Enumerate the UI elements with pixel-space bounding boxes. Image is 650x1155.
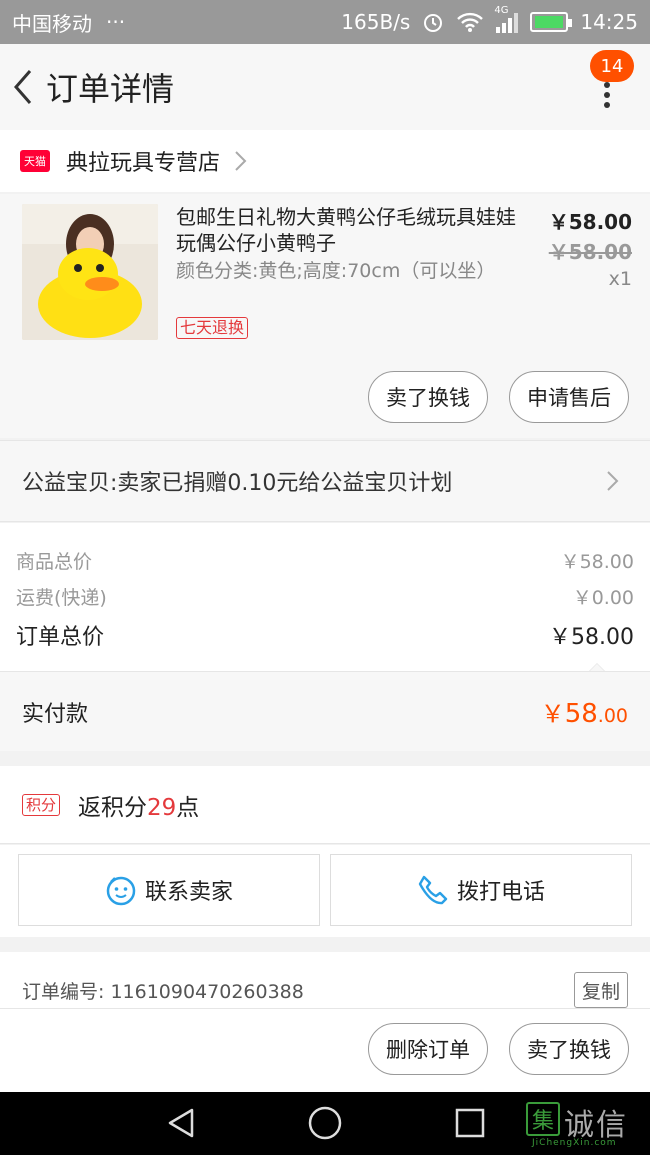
points-tag: 积分	[22, 793, 61, 816]
chevron-left-icon	[14, 70, 32, 104]
recent-apps-square-icon[interactable]	[453, 1106, 487, 1140]
order-number-row: 订单编号: 1161090470260388 复制	[0, 952, 650, 1008]
points-count: 29	[147, 794, 177, 821]
shipping-label: 运费(快递)	[16, 587, 107, 609]
wifi-icon	[457, 12, 484, 32]
battery-icon	[530, 12, 573, 32]
sell-for-cash-bottom-button[interactable]: 卖了换钱	[509, 1023, 629, 1075]
page-title: 订单详情	[46, 70, 175, 108]
charity-text: 公益宝贝:卖家已捐赠0.10元给公益宝贝计划	[22, 471, 453, 496]
order-total-value: ￥58.00	[549, 625, 634, 650]
goods-total-row: 商品总价 ￥58.00	[16, 547, 634, 574]
watermark-url: JiChengXin.com	[532, 1138, 617, 1148]
actual-payment-label: 实付款	[22, 701, 89, 727]
watermark-logo: 集	[526, 1102, 560, 1136]
product-thumbnail[interactable]	[22, 204, 158, 340]
amount-decimal: .00	[597, 705, 628, 727]
points-row: 积分 返积分29点	[0, 766, 650, 844]
points-prefix: 返积分	[78, 794, 148, 821]
home-circle-icon[interactable]	[307, 1105, 343, 1141]
chat-bubble-icon	[106, 876, 136, 906]
delete-order-button[interactable]: 删除订单	[368, 1023, 488, 1075]
goods-total-label: 商品总价	[16, 551, 93, 573]
notification-badge: 14	[590, 50, 634, 82]
call-phone-button[interactable]: 拨打电话	[330, 854, 632, 926]
goods-total-value: ￥58.00	[560, 551, 634, 573]
bottom-action-bar: 删除订单 卖了换钱	[0, 1008, 650, 1092]
product-spec: 颜色分类:黄色;高度:70cm（可以坐）	[176, 260, 496, 282]
watermark: 集 诚信 JiChengXin.com	[524, 1098, 646, 1148]
amount-integer: 58	[564, 699, 598, 729]
system-nav-bar: 集 诚信 JiChengXin.com	[0, 1092, 650, 1155]
chevron-right-icon	[607, 471, 619, 491]
copy-button[interactable]: 复制	[574, 972, 628, 1008]
network-type: 4G	[494, 5, 509, 16]
product-original-price: ￥58.00	[548, 240, 632, 264]
order-total-label: 订单总价	[16, 625, 105, 650]
product-quantity: x1	[608, 268, 632, 290]
store-name: 典拉玩具专营店	[66, 151, 221, 176]
tmall-logo-icon: 天猫	[20, 150, 50, 172]
alarm-icon	[424, 14, 443, 32]
order-item[interactable]: 包邮生日礼物大黄鸭公仔毛绒玩具娃娃玩偶公仔小黄鸭子 颜色分类:黄色;高度:70c…	[0, 194, 650, 438]
network-speed: 165B/s	[341, 10, 411, 34]
order-number: 订单编号: 1161090470260388	[22, 981, 304, 1003]
back-button[interactable]	[4, 44, 44, 130]
seven-day-return-tag: 七天退换	[176, 317, 249, 339]
product-title: 包邮生日礼物大黄鸭公仔毛绒玩具娃娃玩偶公仔小黄鸭子	[176, 205, 516, 255]
product-price: ￥58.00	[548, 210, 632, 234]
chevron-right-icon	[235, 151, 247, 171]
charity-row[interactable]: 公益宝贝:卖家已捐赠0.10元给公益宝贝计划	[0, 440, 650, 522]
points-suffix: 点	[176, 794, 200, 821]
order-total-row: 订单总价 ￥58.00	[16, 619, 634, 651]
phone-icon	[418, 875, 448, 905]
status-bar: 中国移动 ··· 165B/s 4G 14:25	[0, 0, 650, 44]
nav-bar: 订单详情 14	[0, 44, 650, 130]
actual-payment-amount: ￥58.00	[541, 694, 628, 729]
rubber-duck-image	[22, 204, 158, 340]
shipping-row: 运费(快递) ￥0.00	[16, 583, 634, 610]
signal-icon: 4G	[494, 5, 519, 33]
price-summary: 商品总价 ￥58.00 运费(快递) ￥0.00 订单总价 ￥58.00	[0, 523, 650, 672]
shipping-value: ￥0.00	[572, 587, 634, 609]
after-sale-button[interactable]: 申请售后	[509, 371, 629, 423]
back-triangle-icon[interactable]	[164, 1106, 198, 1140]
currency-symbol: ￥	[540, 700, 565, 728]
store-row[interactable]: 天猫 典拉玩具专营店	[0, 130, 650, 192]
actual-payment-row: 实付款 ￥58.00	[0, 671, 650, 751]
sell-for-cash-button[interactable]: 卖了换钱	[368, 371, 488, 423]
contact-row: 联系卖家 拨打电话	[0, 845, 650, 937]
carrier-label: 中国移动	[12, 11, 92, 36]
call-phone-label: 拨打电话	[456, 880, 545, 905]
clock: 14:25	[580, 10, 638, 34]
contact-seller-label: 联系卖家	[144, 880, 233, 905]
contact-seller-button[interactable]: 联系卖家	[18, 854, 320, 926]
points-text: 返积分29点	[78, 788, 199, 822]
more-notifications-icon: ···	[106, 10, 126, 34]
